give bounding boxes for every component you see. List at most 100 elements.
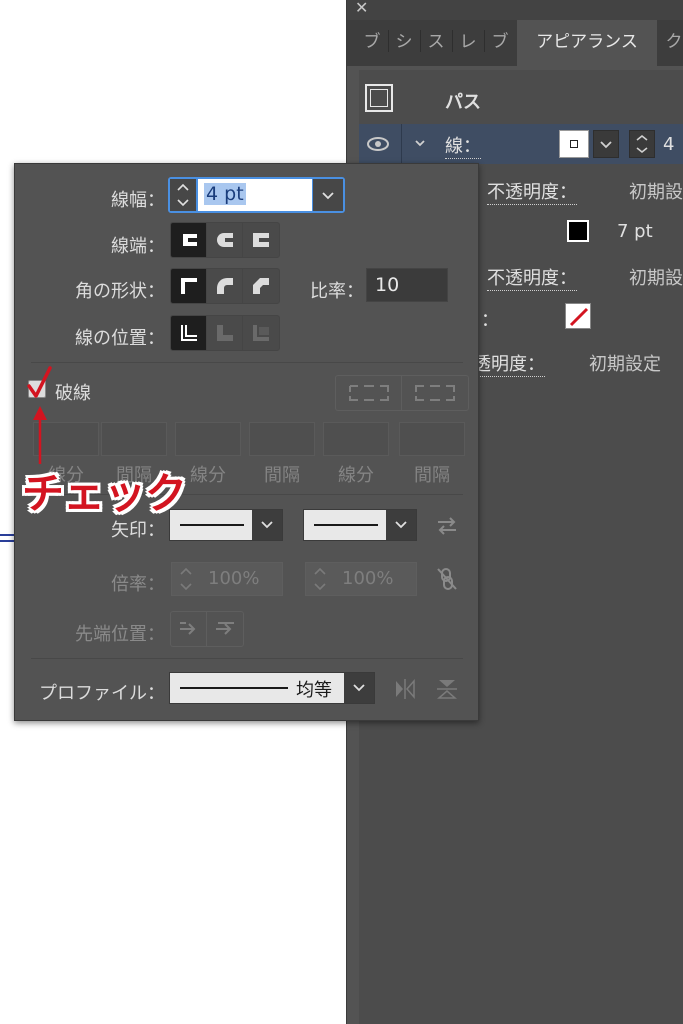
stroke-weight-value[interactable]: 4 pt [204,183,246,205]
preserve-dash-button[interactable] [336,376,402,410]
gap-3-input[interactable] [399,422,465,456]
path-thumbnail [365,84,393,112]
chevron-down-icon [600,141,612,149]
dash-2-input[interactable] [175,422,241,456]
align-dash-corners-button[interactable] [402,376,468,410]
tab-symbols[interactable]: シ [391,20,417,66]
stroke-cap-label: 線端： [111,236,165,257]
none-fill-swatch[interactable] [565,303,591,329]
start-scale-value: 100% [208,568,260,589]
align-stroke-buttons [170,315,280,351]
tab-appearance[interactable]: アピアランス [517,20,657,66]
round-cap-button[interactable] [207,223,243,257]
tab-brushes[interactable]: ブ [359,20,385,66]
arrow-scale-label: 倍率： [111,574,165,595]
gap-label: 間隔 [264,465,300,486]
swap-arrows-icon[interactable] [435,514,459,538]
align-inside-icon [216,325,233,341]
round-join-button[interactable] [207,269,243,303]
stroke-weight-input[interactable]: 4 pt [198,179,312,211]
visibility-eye-icon[interactable] [365,128,391,160]
arrow-tip-at-end-icon [216,622,234,635]
align-outside-button[interactable] [243,316,279,350]
tab-blend[interactable]: ブ [487,20,513,66]
projecting-cap-button[interactable] [243,223,279,257]
gap-2-input[interactable] [249,422,315,456]
stroke-weight-label: 線幅： [111,190,165,211]
stroke-weight-value[interactable]: 4 [663,134,674,155]
align-center-icon [180,325,197,341]
tab-swatches[interactable]: ス [423,20,449,66]
second-stroke-weight[interactable]: 7 pt [617,221,653,242]
dash-exact-icon [348,385,389,401]
align-inside-button[interactable] [207,316,243,350]
gap-1-input[interactable] [101,422,167,456]
miter-join-icon [180,278,197,294]
chevron-down-icon [261,521,273,529]
opacity-value: 初期設 [629,182,683,203]
stepper-arrows-icon [180,567,192,591]
arrow-align-label: 先端位置： [75,624,165,645]
miter-limit-input[interactable]: 10 [366,268,448,302]
butt-cap-icon [182,234,197,246]
tab-layers[interactable]: レ [455,20,481,66]
butt-cap-button[interactable] [171,223,207,257]
stroke-color-swatch[interactable] [559,130,589,158]
opacity-label[interactable]: 透明度： [473,350,545,377]
place-arrow-tip-button[interactable] [207,612,243,646]
width-profile-select[interactable]: 均等 [169,672,375,704]
profile-label: プロファイル： [39,683,165,704]
corner-buttons [170,268,280,304]
opacity-value: 初期設定 [589,354,661,375]
chevron-down-icon[interactable] [413,136,427,150]
stepper-arrows-icon [636,134,648,154]
fill-label-partial: ： [481,310,499,331]
miter-limit-label: 比率： [310,281,364,302]
chevron-down-icon [353,684,365,692]
annotation-arrow-icon [33,406,47,464]
stroke-weight-dropdown[interactable] [313,179,343,211]
stroke-options-panel: 線幅： 4 pt 線端： 角の形状： 比率： 10 線の位置： 破線 線分 間隔… [14,163,479,721]
chevron-down-icon [395,521,407,529]
align-outside-icon [253,325,269,341]
end-scale-value: 100% [342,568,394,589]
panel-title-bar: ✕ [347,0,683,20]
flip-across-icon[interactable] [435,677,459,701]
miter-join-button[interactable] [171,269,207,303]
opacity-label[interactable]: 不透明度： [487,264,577,291]
end-arrowhead-select[interactable] [303,509,417,541]
gap-label: 間隔 [414,465,450,486]
stepper-arrows-icon [314,567,326,591]
stroke-label[interactable]: 線： [445,132,481,159]
check-annotation-label: チェック [22,469,187,518]
checkmark-annotation-icon [27,366,52,398]
align-center-button[interactable] [171,316,207,350]
object-type-label: パス [445,92,481,113]
start-arrowhead-select[interactable] [169,509,283,541]
flip-along-icon[interactable] [393,677,417,701]
stroke-weight-stepper[interactable] [629,130,655,158]
round-cap-icon [216,233,233,247]
stroke-weight-stepper[interactable] [170,179,196,211]
dash-3-input[interactable] [323,422,389,456]
chevron-down-icon [322,192,334,200]
corner-label: 角の形状： [75,281,165,302]
fill-color-swatch[interactable] [567,220,589,242]
dash-alignment-buttons [335,375,469,411]
start-scale-field[interactable]: 100% [171,562,283,596]
extend-arrow-tip-button[interactable] [171,612,207,646]
bevel-join-icon [253,278,269,294]
stroke-weight-field[interactable]: 4 pt [168,177,345,213]
bevel-join-button[interactable] [243,269,279,303]
stepper-arrows-icon [177,183,189,207]
unlink-scale-icon[interactable] [435,566,459,592]
projecting-cap-icon [253,233,269,247]
dashed-line-label: 破線 [55,383,91,404]
tab-graphic-styles[interactable]: ク [663,20,683,66]
end-scale-field[interactable]: 100% [305,562,417,596]
opacity-label[interactable]: 不透明度： [487,178,577,205]
align-stroke-label: 線の位置： [75,328,165,349]
close-icon[interactable]: ✕ [355,0,368,17]
stroke-color-dropdown[interactable] [593,130,619,158]
dash-corners-icon [415,385,455,401]
